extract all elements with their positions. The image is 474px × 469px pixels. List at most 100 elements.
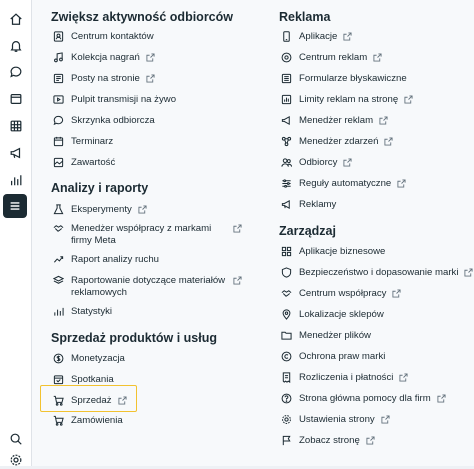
external-link-icon: [146, 74, 155, 83]
menu-item-store-locations[interactable]: Lokalizacje sklepów: [281, 309, 384, 321]
menu-item-sales[interactable]: Sprzedaż: [53, 395, 127, 407]
table-icon[interactable]: [6, 116, 25, 135]
menu-item-label: Bezpieczeństwo i dopasowanie marki: [299, 267, 459, 278]
external-link-icon: [146, 53, 155, 62]
external-link-icon: [343, 158, 352, 167]
stats-icon: [53, 306, 64, 317]
flag-icon: [281, 435, 292, 446]
menu-item-brand-collabs-manager[interactable]: Menedżer współpracy z markami firmy Meta: [53, 223, 221, 247]
menu-item-orders[interactable]: Zamówienia: [53, 415, 123, 427]
traffic-icon: [53, 254, 64, 265]
menu-item-experiments[interactable]: Eksperymenty: [53, 204, 147, 216]
posts-icon: [53, 73, 64, 84]
menu-item-business-help[interactable]: Strona główna pomocy dla firm: [281, 393, 446, 405]
menu-item-page-posts[interactable]: Posty na stronie: [53, 73, 155, 85]
menu-item-label: Odbiorcy: [299, 157, 338, 168]
menu-item-label: Ustawienia strony: [299, 414, 375, 425]
section-title-sales: Sprzedaż produktów i usług: [51, 331, 217, 345]
external-link-icon: [397, 179, 406, 188]
external-link-icon: [117, 396, 127, 405]
chat-icon[interactable]: [6, 62, 25, 81]
help-icon: [281, 393, 292, 404]
collab-icon: [281, 288, 292, 299]
pages-icon[interactable]: [6, 89, 25, 108]
meeting-icon: [53, 374, 64, 385]
external-link-icon: [379, 116, 388, 125]
menu-item-brand-safety[interactable]: Bezpieczeństwo i dopasowanie marki: [281, 267, 474, 279]
menu-item-ad-limits[interactable]: Limity reklam na stronę: [281, 94, 413, 106]
menu-item-label: Reguły automatyczne: [299, 178, 392, 189]
external-link-icon: [464, 268, 474, 277]
menu-item-traffic-report[interactable]: Raport analizy ruchu: [53, 254, 159, 266]
layers-icon: [53, 275, 64, 286]
menu-item-label: Raport analizy ruchu: [71, 254, 159, 265]
external-link-icon: [381, 415, 390, 424]
menu-item-apps[interactable]: Aplikacje: [281, 31, 352, 43]
phone-icon: [281, 31, 292, 42]
chart-icon[interactable]: [6, 170, 25, 189]
menu-item-ads-manager[interactable]: Menedżer reklam: [281, 115, 388, 127]
external-link-icon: [373, 53, 382, 62]
menu-item-file-manager[interactable]: Menedżer plików: [281, 330, 371, 342]
menu-item-brand-rights[interactable]: Ochrona praw marki: [281, 351, 385, 363]
menu-item-live-dashboard[interactable]: Pulpit transmisji na żywo: [53, 94, 176, 106]
menu-item-monetization[interactable]: Monetyzacja: [53, 353, 125, 365]
menu-item-label: Statystyki: [71, 306, 113, 317]
menu-item-creative-reporting[interactable]: Raportowanie dotyczące materiałów reklam…: [53, 275, 231, 299]
ads-icon: [281, 199, 292, 210]
menu-icon[interactable]: [3, 194, 27, 218]
section-title-analytics: Analizy i raporty: [51, 181, 149, 195]
external-link-icon: [384, 137, 394, 146]
external-link-icon: [366, 436, 375, 445]
menu-item-automated-rules[interactable]: Reguły automatyczne: [281, 178, 406, 190]
menu-item-ads-center[interactable]: Centrum reklam: [281, 52, 382, 64]
menu-item-view-page[interactable]: Zobacz stronę: [281, 435, 375, 447]
live-icon: [53, 94, 64, 105]
menu-item-collab-center[interactable]: Centrum współpracy: [281, 288, 402, 300]
rules-icon: [281, 178, 292, 189]
bell-icon[interactable]: [6, 36, 25, 55]
menu-item-label: Limity reklam na stronę: [299, 94, 399, 105]
limit-icon: [281, 94, 292, 105]
external-link-icon: [138, 205, 147, 214]
inbox-icon: [53, 115, 64, 126]
menu-item-planner[interactable]: Terminarz: [53, 136, 113, 148]
ads-manager-icon: [281, 115, 292, 126]
section-title-ads: Reklama: [279, 10, 331, 24]
section-title-manage: Zarządzaj: [279, 224, 336, 238]
menu-item-instant-forms[interactable]: Formularze błyskawiczne: [281, 73, 407, 85]
menu-item-ads[interactable]: Reklamy: [281, 199, 336, 211]
menu-item-audiences[interactable]: Odbiorcy: [281, 157, 352, 169]
menu-item-label: Rozliczenia i płatności: [299, 372, 394, 383]
menu-item-label: Menedżer współpracy z markami firmy Meta: [71, 223, 212, 246]
billing-icon: [281, 372, 292, 383]
menu-item-content[interactable]: Zawartość: [53, 157, 115, 169]
menu-item-business-apps[interactable]: Aplikacje biznesowe: [281, 246, 385, 258]
menu-item-label: Centrum reklam: [299, 52, 368, 63]
megaphone-icon[interactable]: [6, 143, 25, 162]
menu-item-contacts-center[interactable]: Centrum kontaktów: [53, 31, 154, 43]
menu-item-insights[interactable]: Statystyki: [53, 306, 112, 318]
menu-item-label: Ochrona praw marki: [299, 351, 386, 362]
music-note-icon: [53, 52, 64, 63]
menu-item-label: Aplikacje biznesowe: [299, 246, 386, 257]
settings-icon[interactable]: [6, 450, 25, 469]
menu-item-label: Zamówienia: [71, 415, 123, 426]
gear-icon: [281, 414, 292, 425]
handshake-icon: [53, 223, 64, 234]
menu-item-label: Skrzynka odbiorcza: [71, 115, 155, 126]
menu-item-label: Aplikacje: [299, 31, 338, 42]
menu-item-events-manager[interactable]: Menedżer zdarzeń: [281, 136, 394, 148]
external-link-icon: [233, 276, 242, 285]
events-icon: [281, 136, 292, 147]
menu-item-page-settings[interactable]: Ustawienia strony: [281, 414, 390, 426]
menu-item-billing[interactable]: Rozliczenia i płatności: [281, 372, 408, 384]
menu-item-inbox[interactable]: Skrzynka odbiorcza: [53, 115, 155, 127]
menu-item-recording-collection[interactable]: Kolekcja nagrań: [53, 52, 155, 64]
orders-icon: [53, 415, 64, 426]
flask-icon: [53, 204, 64, 215]
menu-item-label: Menedżer reklam: [299, 115, 374, 126]
home-icon[interactable]: [6, 9, 25, 28]
menu-item-label: Formularze błyskawiczne: [299, 73, 407, 84]
search-icon[interactable]: [6, 429, 25, 448]
